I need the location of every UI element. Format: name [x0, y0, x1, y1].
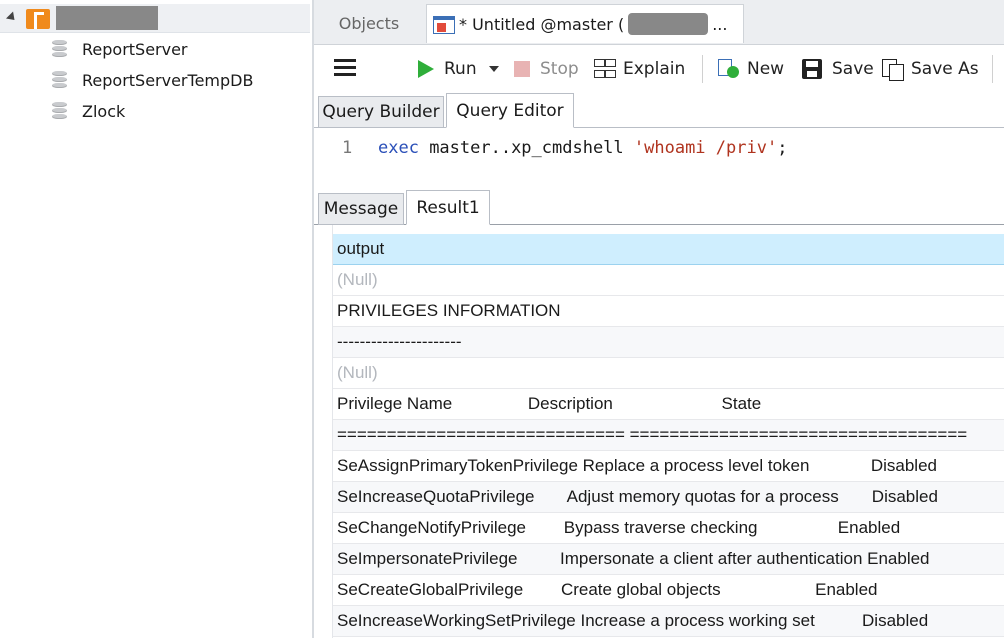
cell-value: SeIncreaseWorkingSetPrivilege Increase a… — [337, 611, 929, 630]
save-button[interactable]: Save — [802, 55, 874, 83]
column-header-label: output — [337, 239, 385, 258]
code-line[interactable]: exec master..xp_cmdshell 'whoami /priv'; — [378, 138, 787, 158]
run-button[interactable]: Run — [418, 55, 499, 83]
expand-arrow-icon[interactable] — [5, 11, 19, 24]
new-query-icon — [718, 59, 740, 79]
connection-tree: ReportServer ReportServerTempDB Zlock — [0, 0, 312, 638]
explain-button[interactable]: Explain — [594, 55, 685, 83]
cell-value: PRIVILEGES INFORMATION — [337, 301, 561, 320]
query-table-icon — [433, 14, 455, 34]
menu-icon[interactable] — [334, 59, 356, 77]
chevron-down-icon[interactable] — [488, 66, 499, 72]
document-tab-strip: Objects * Untitled @master ( ... — [314, 0, 1004, 45]
tab-message-label: Message — [323, 199, 399, 219]
database-icon — [52, 102, 67, 120]
code-keyword: exec — [378, 138, 419, 158]
tab-objects[interactable]: Objects — [314, 4, 424, 42]
redacted-connection-name — [56, 6, 158, 30]
new-button[interactable]: New — [718, 55, 784, 83]
save-label: Save — [832, 59, 874, 79]
cell-value: ---------------------- — [337, 332, 462, 351]
query-toolbar: Run Stop Explain New Save Save As — [314, 45, 1004, 93]
cell-value: ============================= ==========… — [337, 425, 968, 444]
database-label: ReportServer — [82, 39, 188, 59]
tab-result1[interactable]: Result1 — [406, 190, 490, 225]
stop-button[interactable]: Stop — [514, 55, 579, 83]
table-row[interactable]: Privilege Name Description State — [333, 389, 1004, 420]
tab-query-editor[interactable]: Query Editor — [446, 93, 574, 128]
cell-value: (Null) — [337, 270, 378, 289]
cell-value: Privilege Name Description State — [337, 394, 762, 413]
tab-message[interactable]: Message — [318, 193, 404, 225]
column-header-output[interactable]: output — [333, 234, 1004, 265]
explain-plan-icon — [594, 59, 616, 79]
row-header-column — [314, 225, 333, 638]
run-label: Run — [444, 59, 477, 79]
result-tabs: Message Result1 — [314, 188, 1004, 225]
new-label: New — [747, 59, 785, 79]
cell-value: SeIncreaseQuotaPrivilege Adjust memory q… — [337, 487, 938, 506]
table-row[interactable]: SeCreateGlobalPrivilege Create global ob… — [333, 575, 1004, 606]
table-row[interactable]: SeIncreaseQuotaPrivilege Adjust memory q… — [333, 482, 1004, 513]
cell-value: (Null) — [337, 363, 378, 382]
table-row[interactable]: SeIncreaseWorkingSetPrivilege Increase a… — [333, 606, 1004, 637]
redacted-server-name — [628, 13, 709, 35]
table-row[interactable]: (Null) — [333, 265, 1004, 296]
cell-value: SeChangeNotifyPrivilege Bypass traverse … — [337, 518, 901, 537]
table-row[interactable]: SeAssignPrimaryTokenPrivilege Replace a … — [333, 451, 1004, 482]
tab-query-builder[interactable]: Query Builder — [318, 96, 444, 128]
table-row[interactable]: ============================= ==========… — [333, 420, 1004, 451]
code-string: 'whoami /priv' — [633, 138, 778, 158]
stop-label: Stop — [540, 59, 579, 79]
stop-icon — [514, 61, 530, 77]
line-number: 1 — [342, 138, 353, 158]
tab-untitled-ellipsis: ... — [712, 14, 728, 34]
code-terminator: ; — [777, 138, 788, 158]
database-label: ReportServerTempDB — [82, 70, 254, 90]
save-as-icon — [882, 59, 904, 81]
save-as-label: Save As — [911, 59, 979, 79]
tree-item-database[interactable]: Zlock — [52, 98, 125, 124]
editor-mode-tabs: Query Builder Query Editor — [314, 93, 1004, 128]
table-row[interactable]: ---------------------- — [333, 327, 1004, 358]
toolbar-divider — [702, 55, 703, 83]
cell-value: SeAssignPrimaryTokenPrivilege Replace a … — [337, 456, 937, 475]
play-icon — [418, 60, 434, 78]
tree-root-connection[interactable] — [0, 4, 310, 33]
tab-query-editor-label: Query Editor — [456, 100, 564, 121]
database-label: Zlock — [82, 101, 126, 121]
toolbar-divider — [992, 55, 993, 83]
tab-result1-label: Result1 — [416, 197, 480, 218]
save-icon — [802, 59, 822, 79]
table-row[interactable]: SeImpersonatePrivilege Impersonate a cli… — [333, 544, 1004, 575]
sql-editor[interactable]: 1 exec master..xp_cmdshell 'whoami /priv… — [314, 128, 1004, 188]
cell-value: SeImpersonatePrivilege Impersonate a cli… — [337, 549, 930, 568]
database-icon — [52, 40, 67, 58]
connection-logo-icon — [26, 9, 50, 29]
tab-query-builder-label: Query Builder — [322, 102, 440, 122]
cell-value: SeCreateGlobalPrivilege Create global ob… — [337, 580, 878, 599]
tab-untitled-query[interactable]: * Untitled @master ( ... — [426, 4, 744, 43]
code-text: master..xp_cmdshell — [418, 138, 634, 158]
result-grid[interactable]: output (Null) PRIVILEGES INFORMATION ---… — [314, 225, 1004, 638]
table-row[interactable]: SeChangeNotifyPrivilege Bypass traverse … — [333, 513, 1004, 544]
table-row[interactable]: (Null) — [333, 358, 1004, 389]
tree-item-database[interactable]: ReportServerTempDB — [52, 67, 253, 93]
save-as-button[interactable]: Save As — [882, 55, 979, 83]
explain-label: Explain — [623, 59, 686, 79]
tab-objects-label: Objects — [338, 13, 400, 33]
table-row[interactable]: PRIVILEGES INFORMATION — [333, 296, 1004, 327]
tab-untitled-label: * Untitled @master ( — [459, 14, 625, 34]
database-icon — [52, 71, 67, 89]
tree-item-database[interactable]: ReportServer — [52, 36, 188, 62]
